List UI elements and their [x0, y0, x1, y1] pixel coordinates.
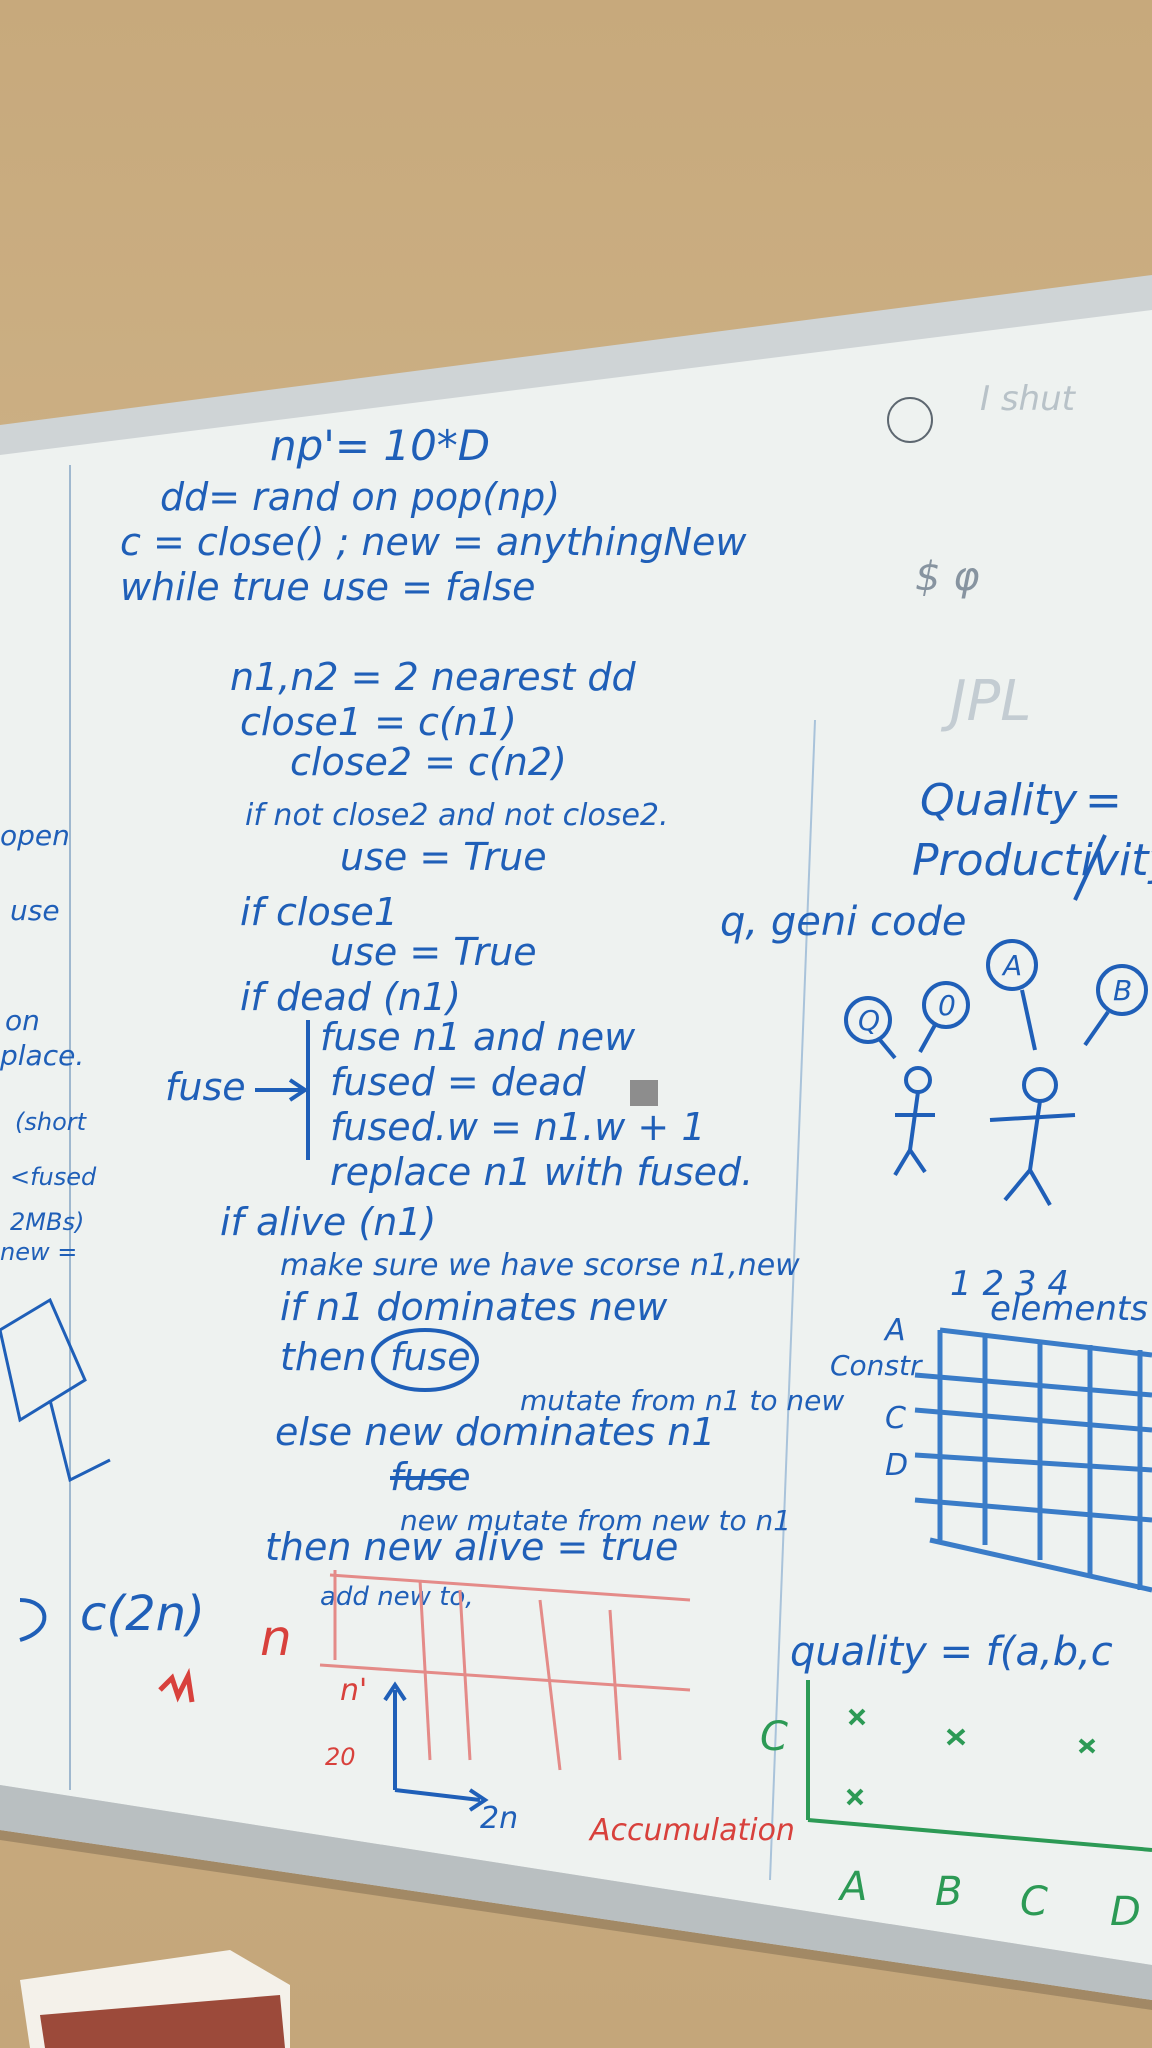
edge-text: on	[5, 1004, 40, 1037]
code-line: then	[280, 1335, 366, 1379]
code-line: then new alive = true	[265, 1525, 678, 1569]
equals-sign: =	[1085, 775, 1122, 826]
edge-text: (short	[15, 1108, 88, 1136]
faint-text: $ φ	[915, 554, 980, 600]
code-line: close1 = c(n1)	[240, 700, 517, 744]
code-line: if not close2 and not close2.	[245, 798, 669, 833]
green-axis-d: D	[1110, 1889, 1141, 1935]
red-word: Accumulation	[588, 1813, 795, 1848]
code-line: fused = dead	[330, 1060, 587, 1104]
c2n-text: c(2n)	[80, 1586, 205, 1642]
code-line: close2 = c(n2)	[290, 740, 567, 784]
twenty-label: 20	[325, 1743, 356, 1771]
code-line: if dead (n1)	[240, 975, 461, 1019]
code-line: if close1	[240, 890, 398, 934]
label-0: 0	[938, 989, 956, 1022]
edge-text: new =	[0, 1238, 77, 1266]
label-a: A	[1001, 949, 1022, 982]
row-d: D	[885, 1448, 908, 1483]
edge-text: <fused	[10, 1163, 97, 1191]
label-b: B	[1113, 974, 1132, 1007]
row-c: C	[885, 1401, 906, 1436]
code-line: while true use = false	[120, 565, 535, 609]
whiteboard-scene: np'= 10*D dd= rand on pop(np) c = close(…	[0, 275, 1152, 2048]
green-axis-a: A	[837, 1864, 867, 1910]
genicode-text: q, geni code	[720, 899, 966, 945]
faint-text: I shut	[980, 379, 1077, 419]
productivity-word: Productivity	[912, 835, 1152, 886]
code-line: n1,n2 = 2 nearest dd	[230, 655, 637, 699]
code-line: replace n1 with fused.	[330, 1150, 753, 1194]
red-n: n	[260, 1609, 292, 1667]
code-line: if n1 dominates new	[280, 1285, 668, 1329]
code-line: make sure we have scorse n1,new	[280, 1248, 800, 1283]
edge-text: place.	[0, 1039, 84, 1072]
edge-text: 2MBs)	[10, 1208, 84, 1236]
code-line: use = True	[340, 835, 547, 879]
faint-text: JPL	[940, 669, 1031, 734]
code-line: np'= 10*D	[270, 421, 490, 470]
edge-text: open	[0, 819, 70, 852]
constraints-label: Constr	[830, 1349, 923, 1382]
eraser	[630, 1080, 658, 1106]
code-line: fuse n1 and new	[320, 1015, 636, 1059]
green-c-label: C	[760, 1714, 788, 1760]
elements-label: elements	[990, 1289, 1148, 1329]
row-a: A	[883, 1313, 906, 1348]
green-axis-c: C	[1020, 1879, 1048, 1925]
label-q: Q	[858, 1004, 880, 1037]
quality-word: Quality	[920, 775, 1078, 826]
code-line: fused.w = n1.w + 1	[330, 1105, 706, 1149]
code-line-circled: fuse	[390, 1335, 471, 1379]
x-label: 2n	[480, 1801, 518, 1836]
code-line: c = close() ; new = anythingNew	[120, 520, 747, 564]
fuse-label: fuse	[165, 1065, 246, 1109]
code-line: dd= rand on pop(np)	[160, 475, 560, 519]
code-line: use = True	[330, 930, 537, 974]
code-line: else new dominates n1	[275, 1410, 716, 1454]
n-tick: n'	[340, 1673, 367, 1708]
code-line: if alive (n1)	[220, 1200, 436, 1244]
code-line: add new to,	[320, 1582, 474, 1612]
quality-equation: quality = f(a,b,c	[790, 1629, 1113, 1675]
green-axis-b: B	[935, 1869, 962, 1915]
edge-text: use	[10, 894, 60, 927]
